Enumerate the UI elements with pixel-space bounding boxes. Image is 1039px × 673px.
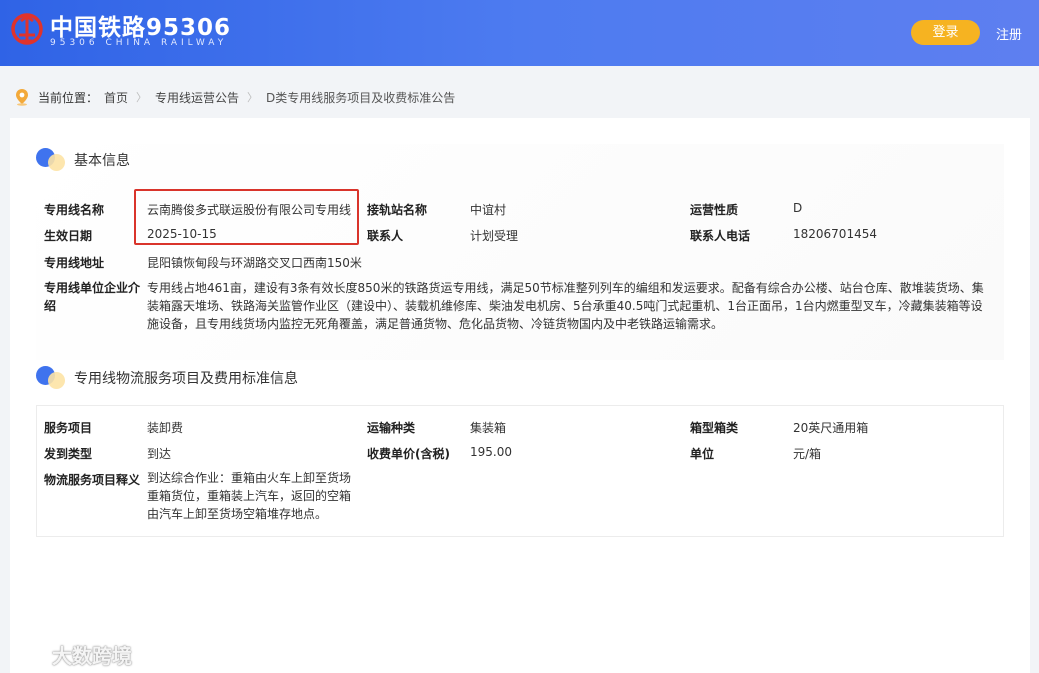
- register-link[interactable]: 注册: [996, 24, 1022, 43]
- section-circles-icon: [36, 148, 68, 172]
- basic-info-heading: 基本信息: [36, 148, 130, 172]
- service-item-label: 服务项目: [44, 421, 93, 435]
- breadcrumb-current: D类专用线服务项目及收费标准公告: [266, 90, 456, 105]
- logo-title[interactable]: 中国铁路95306: [50, 8, 231, 42]
- dispatch-type-value: 到达: [147, 447, 172, 461]
- service-info-heading: 专用线物流服务项目及费用标准信息: [36, 366, 298, 390]
- location-pin-icon: [16, 89, 28, 106]
- phone-label: 联系人电话: [690, 229, 751, 243]
- transport-label: 运输种类: [367, 421, 416, 435]
- phone-value: 18206701454: [793, 227, 877, 241]
- breadcrumb: 当前位置： 首页 〉 专用线运营公告 〉 D类专用线服务项目及收费标准公告: [14, 88, 455, 106]
- station-label: 接轨站名称: [367, 203, 428, 217]
- service-desc-label: 物流服务项目释义: [44, 473, 141, 487]
- watermark-logo-icon: [10, 644, 45, 665]
- breadcrumb-announcements[interactable]: 专用线运营公告: [155, 89, 239, 106]
- service-desc-text: 到达综合作业：重箱由火车上卸至货场重箱货位，重箱装上汽车，返回的空箱由汽车上卸至…: [147, 471, 352, 521]
- breadcrumb-separator: 〉: [136, 91, 148, 104]
- watermark: 大数跨境: [8, 640, 132, 669]
- contact-value: 计划受理: [470, 229, 519, 243]
- service-item-value: 装卸费: [147, 421, 184, 435]
- box-type-value: 20英尺通用箱: [793, 421, 869, 435]
- transport-value: 集装箱: [470, 421, 507, 435]
- nature-label: 运营性质: [690, 203, 739, 217]
- unit-value: 元/箱: [793, 447, 822, 461]
- unit-label: 单位: [690, 447, 715, 461]
- top-header: 中国铁路95306 95306 CHINA RAILWAY 登录 注册: [0, 0, 1039, 66]
- watermark-text: 大数跨境: [52, 644, 132, 668]
- breadcrumb-home[interactable]: 首页: [104, 89, 128, 106]
- box-type-label: 箱型箱类: [690, 421, 739, 435]
- station-value: 中谊村: [470, 203, 507, 217]
- price-value: 195.00: [470, 445, 512, 459]
- line-name-label: 专用线名称: [44, 203, 105, 217]
- dispatch-type-label: 发到类型: [44, 447, 93, 461]
- intro-text: 专用线占地461亩，建设有3条有效长度850米的铁路货运专用线，满足50节标准整…: [147, 281, 984, 331]
- content-card: 基本信息 专用线名称 云南腾俊多式联运股份有限公司专用线 接轨站名称 中谊村 运…: [10, 118, 1030, 673]
- address-label: 专用线地址: [44, 256, 105, 270]
- intro-label: 专用线单位企业介绍: [44, 281, 141, 313]
- logo-subtitle: 95306 CHINA RAILWAY: [50, 38, 228, 48]
- login-button[interactable]: 登录: [911, 20, 980, 45]
- basic-info-title: 基本信息: [74, 153, 130, 169]
- breadcrumb-separator: 〉: [247, 91, 259, 104]
- effective-date-label: 生效日期: [44, 229, 93, 243]
- service-info-title: 专用线物流服务项目及费用标准信息: [74, 371, 298, 387]
- price-label: 收费单价(含税): [367, 447, 450, 461]
- contact-label: 联系人: [367, 229, 404, 243]
- breadcrumb-label: 当前位置：: [38, 90, 99, 105]
- railway-logo-icon[interactable]: [10, 11, 44, 47]
- nature-value: D: [793, 201, 803, 215]
- highlight-annotation: [134, 189, 359, 245]
- section-circles-icon: [36, 366, 68, 390]
- address-value: 昆阳镇恢甸段与环湖路交叉口西南150米: [147, 256, 362, 270]
